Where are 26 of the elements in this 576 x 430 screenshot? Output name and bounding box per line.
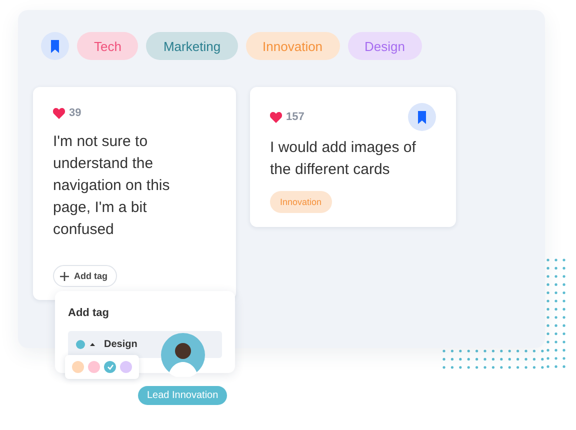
popup-title: Add tag [68, 307, 110, 319]
bookmark-icon [50, 40, 60, 52]
check-icon [106, 364, 114, 370]
plus-icon [60, 272, 69, 280]
bookmark-icon [417, 110, 427, 124]
color-dot [76, 340, 85, 349]
color-swatch[interactable] [120, 361, 132, 373]
color-swatch[interactable] [72, 361, 84, 373]
feedback-text: I would add images of the different cards [270, 138, 417, 180]
tag-filter-chip[interactable]: Innovation [246, 32, 340, 60]
color-swatch[interactable] [88, 361, 100, 373]
caret-icon [90, 343, 95, 346]
color-swatch[interactable] [104, 361, 116, 373]
role-badge: Lead Innovation [138, 386, 228, 405]
tag-filter-chip[interactable]: Design [348, 32, 422, 60]
feedback-text: I'm not sure to understand the navigation on this page, I'm a bit confused [53, 132, 171, 240]
like-count: 39 [69, 107, 82, 119]
heart-icon [53, 108, 65, 118]
like-count: 157 [286, 111, 304, 123]
bookmark-button[interactable] [41, 32, 69, 60]
bookmark-button[interactable] [408, 103, 436, 131]
tag-filter-chip[interactable]: Tech [77, 32, 138, 60]
tag-filter-chip[interactable]: Marketing [146, 32, 238, 60]
add-tag-button[interactable]: Add tag [53, 265, 116, 287]
heart-icon [270, 112, 282, 122]
tag-chip: Innovation [270, 191, 332, 213]
